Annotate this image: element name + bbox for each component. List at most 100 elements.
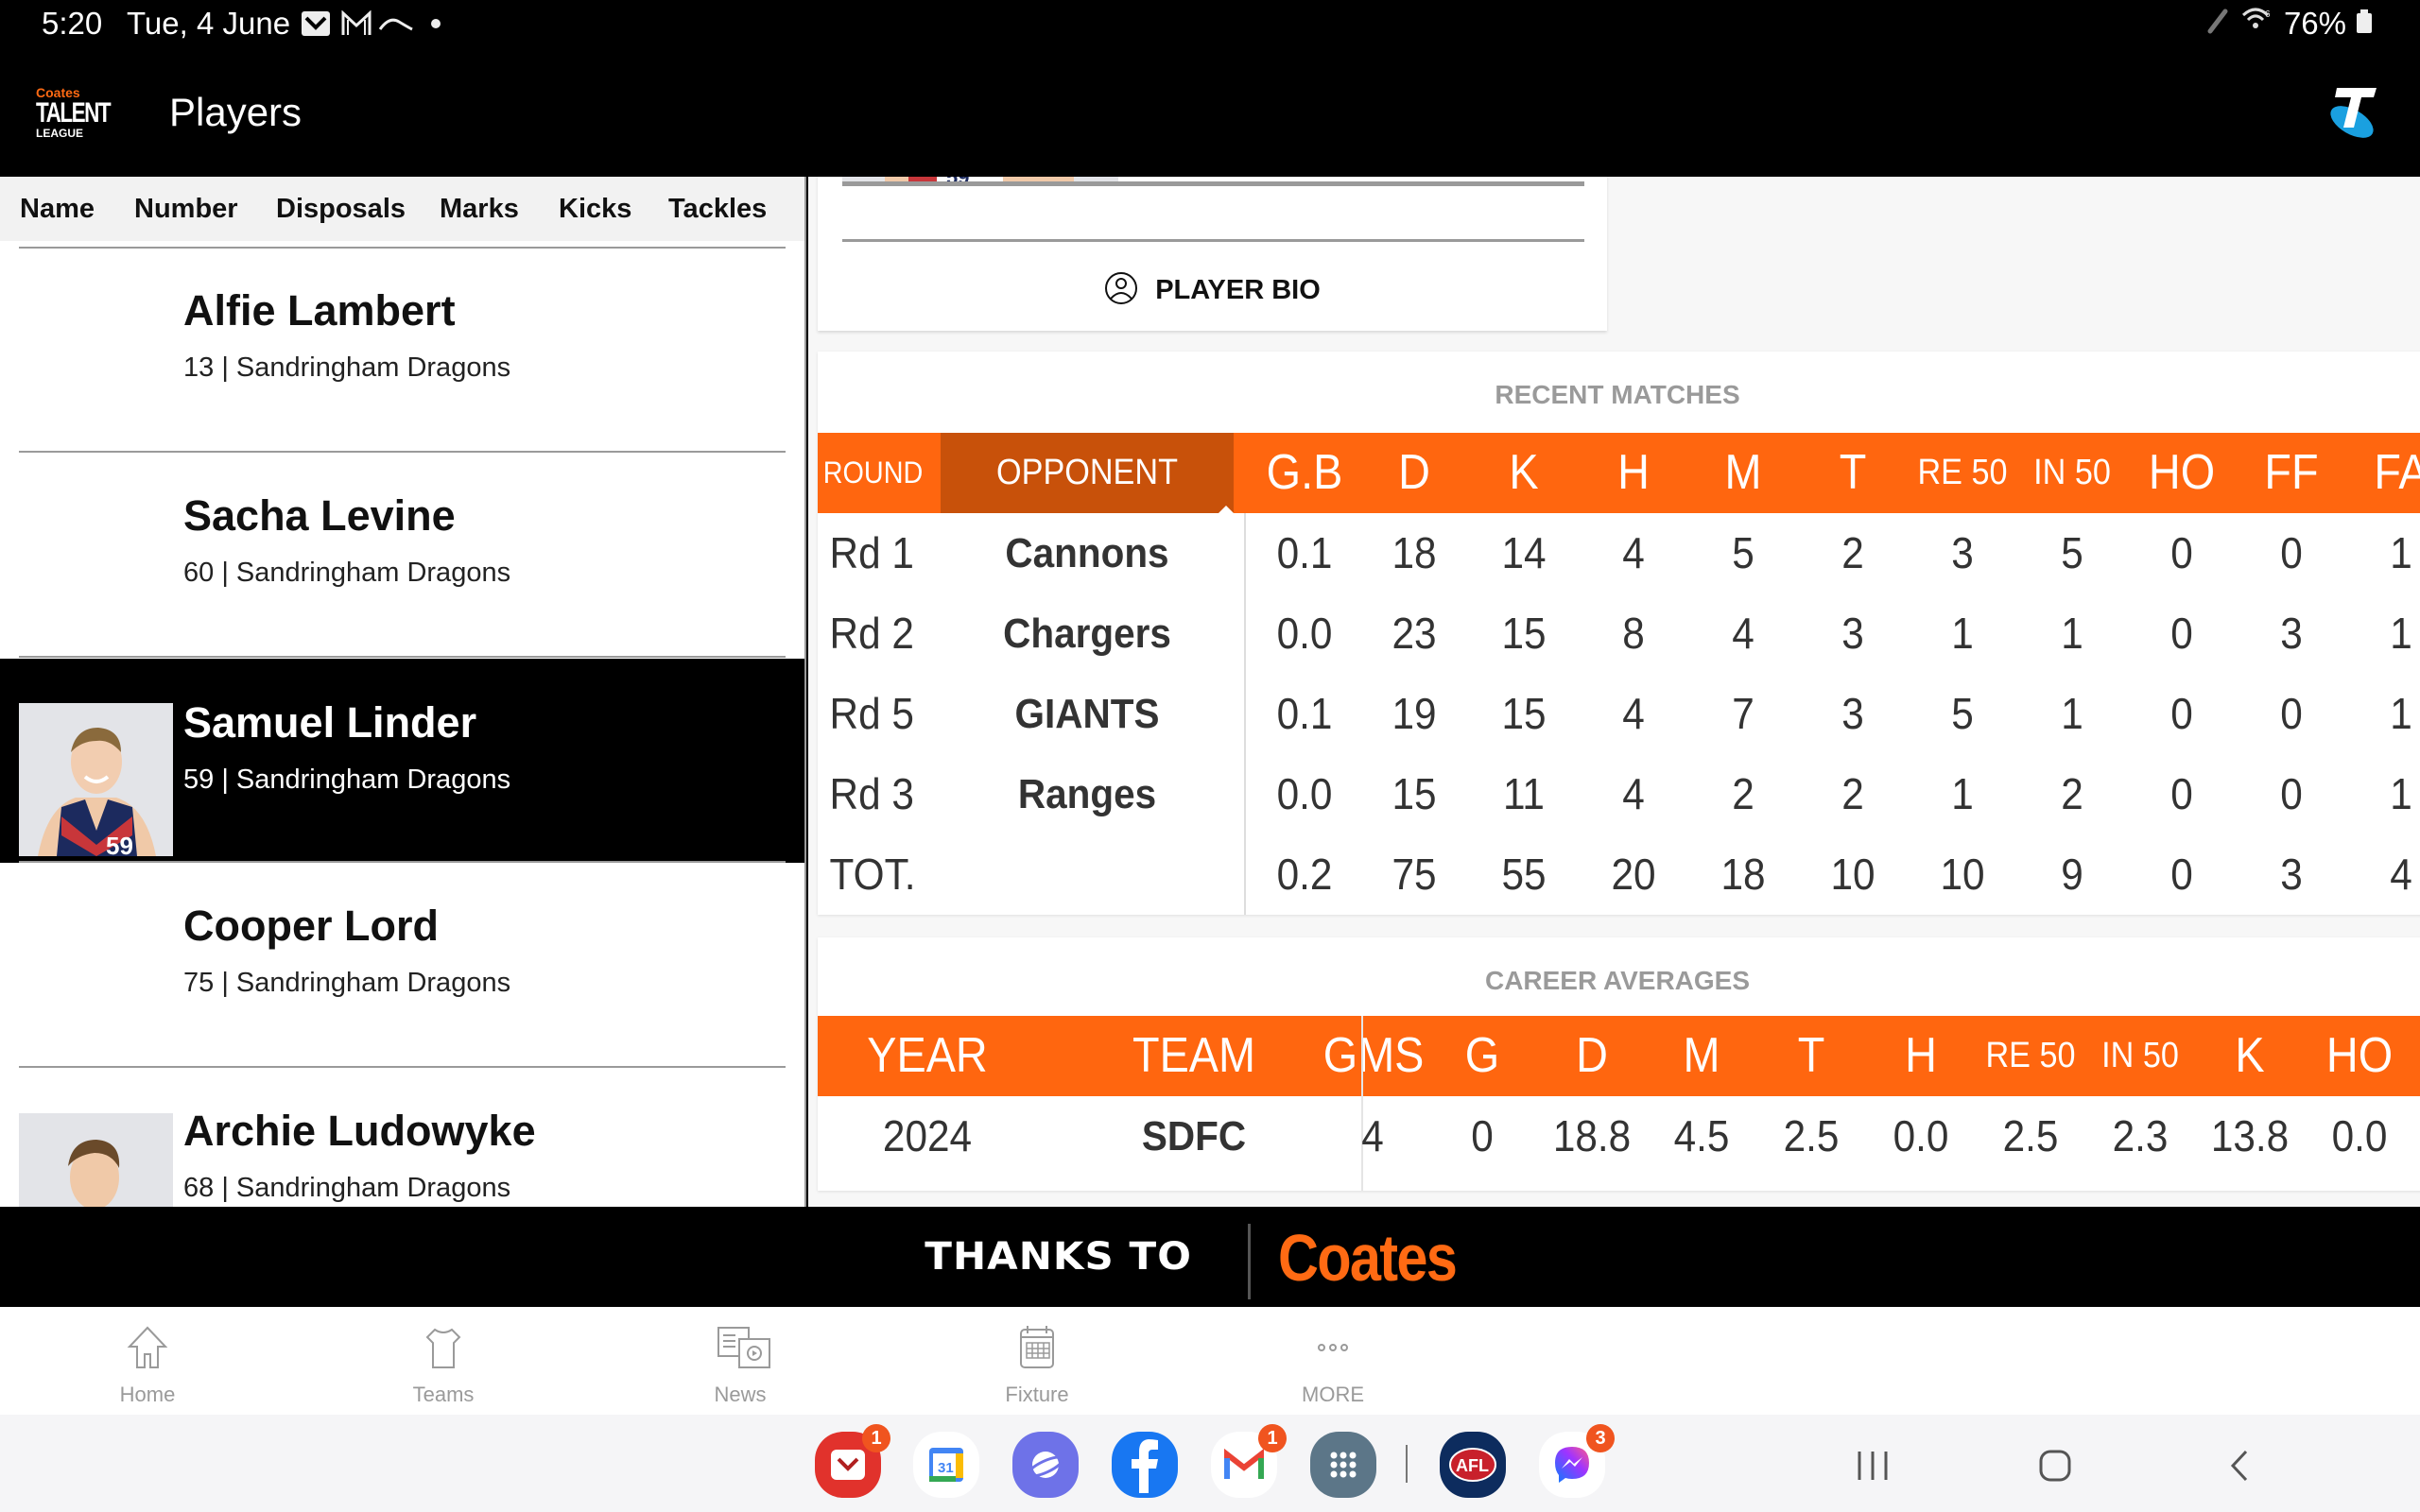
- stat-cell: 0.0: [2331, 1111, 2388, 1160]
- column-header-re-50[interactable]: RE 50: [1981, 1016, 2080, 1096]
- player-photo: [19, 1113, 173, 1207]
- column-header-round[interactable]: ROUND: [823, 433, 924, 513]
- column-header-m[interactable]: M: [1694, 433, 1792, 513]
- stat-cell: 15: [1392, 769, 1437, 818]
- column-header-d[interactable]: D: [1543, 1016, 1641, 1096]
- back-button[interactable]: [2223, 1449, 2257, 1487]
- cast-notification-icon: [378, 9, 414, 38]
- stat-cell: 0: [2280, 689, 2303, 738]
- column-header-gms[interactable]: GMS: [1323, 1016, 1425, 1096]
- player-row[interactable]: Cooper Lord 75 | Sandringham Dragons: [0, 864, 804, 1068]
- stat-cell: 3: [2280, 609, 2303, 658]
- column-header-g-b[interactable]: G.B: [1255, 433, 1354, 513]
- stat-cell: 15: [1501, 609, 1547, 658]
- stat-cell: 5: [1951, 689, 1974, 738]
- opponent-cell: Cannons: [1005, 530, 1169, 576]
- stat-cell: 0: [2170, 528, 2193, 577]
- user-circle-icon: [1104, 271, 1138, 310]
- stat-cell: 0: [2280, 528, 2303, 577]
- internet-app-icon[interactable]: [1012, 1432, 1079, 1498]
- column-header-h[interactable]: H: [1872, 1016, 1970, 1096]
- column-header-in-50[interactable]: IN 50: [2091, 1016, 2189, 1096]
- stat-cell: 4: [1732, 609, 1754, 658]
- home-button[interactable]: [2038, 1449, 2072, 1487]
- player-bio-button[interactable]: PLAYER BIO: [818, 262, 1607, 318]
- stat-cell: 2.5: [1783, 1111, 1840, 1160]
- opponent-cell: Chargers: [1003, 610, 1171, 657]
- stat-cell: 4.5: [1673, 1111, 1730, 1160]
- column-header-t[interactable]: T: [1762, 1016, 1860, 1096]
- column-header-t[interactable]: T: [1804, 433, 1902, 513]
- column-header-h[interactable]: H: [1584, 433, 1683, 513]
- player-row-selected[interactable]: 59 Samuel Linder 59 | Sandringham Dragon…: [0, 659, 804, 863]
- player-row[interactable]: Alfie Lambert 13 | Sandringham Dragons: [0, 249, 804, 453]
- column-header-team[interactable]: TEAM: [1066, 1016, 1322, 1096]
- stat-cell: 4: [1622, 689, 1645, 738]
- status-time: 5:20: [42, 6, 103, 41]
- system-taskbar: 1 31 1 AFL 3: [0, 1415, 2420, 1512]
- sort-tab-disposals[interactable]: Disposals: [276, 177, 406, 225]
- notification-badge: 1: [862, 1424, 890, 1452]
- player-row[interactable]: Sacha Levine 60 | Sandringham Dragons: [0, 454, 804, 658]
- pocket-app-icon[interactable]: 1: [815, 1424, 890, 1498]
- player-meta: 60 | Sandringham Dragons: [183, 558, 511, 588]
- column-header-opponent[interactable]: OPPONENT: [956, 433, 1219, 513]
- stat-cell: 5: [2061, 528, 2083, 577]
- opponent-cell: GIANTS: [1014, 691, 1160, 737]
- column-header-k[interactable]: K: [1475, 433, 1573, 513]
- column-header-d[interactable]: D: [1365, 433, 1463, 513]
- column-header-ho[interactable]: HO: [2310, 1016, 2409, 1096]
- column-header-ff[interactable]: FF: [2242, 433, 2341, 513]
- jersey-icon: [420, 1324, 467, 1371]
- nav-more[interactable]: MORE: [1238, 1307, 1427, 1415]
- nav-label: News: [714, 1383, 767, 1406]
- column-header-m[interactable]: M: [1652, 1016, 1751, 1096]
- row-divider: [19, 656, 786, 658]
- svg-text:6: 6: [2265, 9, 2271, 20]
- nav-news[interactable]: News: [646, 1307, 835, 1415]
- player-bio-card: 59 PLAYER BIO: [818, 177, 1607, 331]
- column-header-g[interactable]: G: [1433, 1016, 1531, 1096]
- afl-app-icon[interactable]: AFL: [1440, 1432, 1506, 1498]
- column-header-k[interactable]: K: [2201, 1016, 2299, 1096]
- messenger-app-icon[interactable]: 3: [1539, 1424, 1615, 1498]
- column-header-year[interactable]: YEAR: [834, 1016, 1021, 1096]
- app-header: Coates TALENT LEAGUE Players: [0, 61, 2420, 177]
- logo-sub-text: LEAGUE: [36, 127, 84, 140]
- round-cell: TOT.: [829, 850, 916, 899]
- all-apps-icon[interactable]: [1310, 1432, 1376, 1498]
- players-list-panel[interactable]: Name Number Disposals Marks Kicks Tackle…: [0, 177, 806, 1207]
- svg-text:59: 59: [106, 832, 133, 856]
- sort-tab-marks[interactable]: Marks: [440, 177, 519, 225]
- nav-teams[interactable]: Teams: [349, 1307, 538, 1415]
- stat-cell: 13.8: [2210, 1111, 2290, 1160]
- nav-home[interactable]: Home: [53, 1307, 242, 1415]
- career-averages-title: CAREER AVERAGES: [1484, 966, 1751, 995]
- facebook-app-icon[interactable]: [1112, 1432, 1178, 1498]
- calendar-app-icon[interactable]: 31: [913, 1432, 979, 1498]
- stat-cell: 0: [2170, 769, 2193, 818]
- sort-tab-kicks[interactable]: Kicks: [559, 177, 631, 225]
- recent-apps-button[interactable]: [1856, 1449, 1890, 1487]
- stat-cell: 0: [2170, 609, 2193, 658]
- sort-tab-number[interactable]: Number: [134, 177, 238, 225]
- column-header-ho[interactable]: HO: [2133, 433, 2231, 513]
- gmail-app-icon[interactable]: 1: [1211, 1424, 1287, 1498]
- sort-tab-name[interactable]: Name: [20, 177, 95, 225]
- column-header-fa[interactable]: FA: [2352, 433, 2420, 513]
- dock-divider: [1406, 1445, 1408, 1483]
- nav-fixture[interactable]: Fixture: [942, 1307, 1132, 1415]
- player-meta: 75 | Sandringham Dragons: [183, 968, 511, 998]
- sort-tabs: Name Number Disposals Marks Kicks Tackle…: [0, 177, 804, 241]
- sponsor-banner[interactable]: THANKS TO Coates: [0, 1207, 2420, 1307]
- player-row[interactable]: Archie Ludowyke 68 | Sandringham Dragons: [0, 1069, 804, 1207]
- stat-cell: 0.0: [1893, 1111, 1949, 1160]
- career-row: 2024 SDFC 4 0 18.8 4.5 2.5 0.0 2.5 2.3 13.8 0.0: [818, 1096, 2420, 1177]
- player-detail-panel[interactable]: 59 PLAYER BIO RECENT MATCHES ROUNDOPPONE…: [808, 177, 2420, 1207]
- status-date: Tue, 4 June: [127, 6, 291, 41]
- sort-tab-tackles[interactable]: Tackles: [668, 177, 767, 225]
- player-meta: 59 | Sandringham Dragons: [183, 765, 511, 795]
- column-header-re-50[interactable]: RE 50: [1913, 433, 2012, 513]
- telstra-logo-icon[interactable]: [2324, 82, 2380, 141]
- column-header-in-50[interactable]: IN 50: [2023, 433, 2121, 513]
